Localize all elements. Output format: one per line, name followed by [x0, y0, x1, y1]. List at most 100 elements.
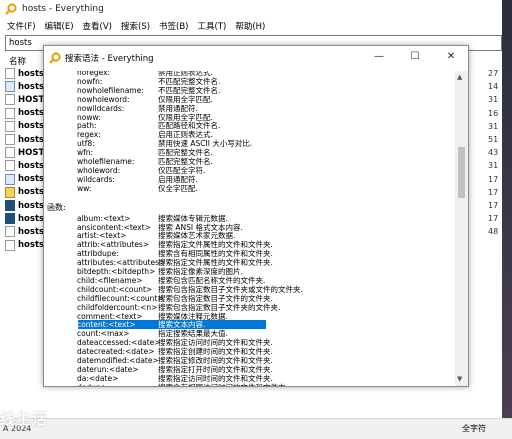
syntax-description: 搜索含有相同访问时间的文件和文件夹. [158, 383, 288, 386]
syntax-keyword[interactable]: ww: [77, 184, 91, 193]
file-icon [5, 107, 15, 119]
scrollbar-thumb[interactable] [458, 147, 465, 198]
column-name-header[interactable]: 名称 [9, 55, 26, 67]
result-size: 27 [488, 69, 499, 78]
result-filename: hosts [18, 81, 45, 92]
close-icon[interactable]: ✕ [442, 49, 460, 65]
result-row[interactable]: hosts [5, 186, 44, 199]
minimize-icon[interactable]: — [370, 49, 388, 65]
syntax-keyword[interactable]: artist:<text> [77, 231, 126, 240]
main-window-title: hosts - Everything [22, 4, 104, 14]
syntax-keyword[interactable]: nowildcards: [77, 104, 124, 113]
menu-edit[interactable]: 编辑(E) [45, 20, 74, 32]
menu-tools[interactable]: 工具(T) [198, 20, 227, 32]
result-filename: hosts [18, 187, 45, 198]
text-file-icon [5, 81, 15, 93]
syntax-description: 搜索指定创建时间的文件和文件夹. [158, 347, 273, 357]
scroll-up-arrow-icon[interactable]: ▲ [457, 73, 462, 81]
match-mode-indicator[interactable]: 全字符 [462, 423, 486, 434]
syntax-description: 不匹配完整文件名. [158, 85, 221, 95]
syntax-keyword[interactable]: wildcards: [77, 175, 115, 184]
syntax-description: 搜索包含指定数目子文件的文件夹. [158, 293, 273, 303]
syntax-keyword[interactable]: path: [77, 121, 97, 130]
result-size: 31 [488, 161, 499, 171]
result-row[interactable]: hosts [5, 107, 44, 120]
menu-search[interactable]: 搜索(S) [121, 20, 150, 32]
syntax-keyword[interactable]: regex: [77, 130, 101, 139]
result-row[interactable]: hosts [5, 120, 44, 133]
file-icon [5, 226, 15, 238]
syntax-keyword[interactable]: wholeword: [77, 166, 120, 175]
result-row[interactable]: hosts [5, 159, 44, 172]
dialog-titlebar: 搜索语法 - Everything — ☐ ✕ [44, 46, 468, 70]
syntax-description: 搜索包含指定数目子文件夹或文件的文件夹. [158, 284, 303, 294]
syntax-keyword[interactable]: daterun:<date> [77, 365, 139, 374]
syntax-keyword[interactable]: datecreated:<date> [77, 347, 155, 356]
syntax-keyword[interactable]: da:<date> [77, 374, 118, 383]
syntax-keyword[interactable]: nowholeword: [77, 95, 129, 104]
result-filename: hosts [18, 213, 45, 224]
dialog-vertical-scrollbar[interactable]: ▲ ▼ [455, 71, 468, 386]
result-row[interactable]: hosts [5, 199, 44, 212]
shortcut-file-icon [5, 186, 15, 198]
menu-file[interactable]: 文件(F) [7, 20, 36, 32]
syntax-description: 搜索包含匹配名称文件的文件夹. [158, 275, 266, 285]
syntax-description: 匹配完整文件名. [158, 148, 213, 158]
result-filename: hosts [18, 240, 45, 251]
syntax-description: 搜索指定打开时间的文件和文件夹. [158, 364, 273, 374]
syntax-keyword[interactable]: dateaccessed:<date> [77, 338, 161, 347]
result-row[interactable]: hosts [5, 212, 44, 225]
syntax-keyword[interactable]: wholefilename: [77, 157, 134, 166]
syntax-keyword[interactable]: datemodified:<date> [77, 356, 159, 365]
syntax-keyword[interactable]: nowholefilename: [77, 86, 144, 95]
syntax-description: 搜索含有相同属性的文件和文件夹. [158, 249, 273, 259]
result-row[interactable]: HOST [5, 146, 44, 159]
file-icon [5, 160, 15, 172]
syntax-description: 搜索媒体专辑元数据. [158, 213, 228, 223]
syntax-keyword[interactable]: ansicontent:<text> [77, 223, 151, 232]
text-file-icon [5, 173, 15, 185]
result-row[interactable]: hosts [5, 80, 44, 93]
result-row[interactable]: hosts [5, 173, 44, 186]
menu-view[interactable]: 查看(V) [83, 20, 112, 32]
result-size: 31 [488, 121, 499, 131]
syntax-keyword[interactable]: attributes:<attributes> [77, 258, 165, 267]
syntax-description: 搜索指定访问时间的文件和文件夹. [158, 338, 273, 348]
result-size: 31 [488, 95, 499, 105]
syntax-keyword[interactable]: utf8: [77, 139, 95, 148]
syntax-keyword[interactable]: comment:<text> [77, 312, 143, 321]
menu-bookmarks[interactable]: 书签(B) [159, 20, 188, 32]
syntax-keyword[interactable]: attribdupe: [77, 249, 119, 258]
maximize-icon[interactable]: ☐ [406, 49, 424, 65]
result-size: 17 [488, 214, 499, 224]
syntax-keyword[interactable]: wfn: [77, 148, 93, 157]
result-row[interactable]: hosts [5, 133, 44, 146]
syntax-keyword[interactable]: bitdepth:<bitdepth> [77, 267, 155, 276]
syntax-keyword[interactable]: childcount:<count> [77, 285, 152, 294]
syntax-description: 搜索指定修改时间的文件和文件夹. [158, 356, 273, 365]
result-filename: HOST [18, 94, 45, 105]
syntax-keyword[interactable]: album:<text> [77, 214, 130, 223]
menu-help[interactable]: 帮助(H) [235, 20, 265, 32]
main-titlebar: hosts - Everything [0, 0, 512, 18]
syntax-keyword[interactable]: childfoldercount:<n> [77, 303, 157, 312]
result-row[interactable]: hosts [5, 225, 44, 238]
result-row[interactable]: hosts [5, 67, 44, 80]
syntax-keyword[interactable]: count:<max> [77, 329, 130, 338]
syntax-keyword[interactable]: childfilecount:<count> [77, 294, 164, 303]
syntax-keyword[interactable]: dadupe: [77, 383, 108, 386]
result-filename: HOST [18, 147, 45, 158]
syntax-keyword[interactable]: nowfn: [77, 77, 102, 86]
result-filename: hosts [18, 108, 45, 119]
syntax-list[interactable]: noregex: 禁用正则表达式. nowfn: 不匹配完整文件名. nowholefi… [45, 71, 455, 386]
syntax-keyword[interactable]: child:<filename> [77, 276, 143, 285]
result-size: 43 [488, 148, 499, 158]
syntax-keyword[interactable]: content:<text> [77, 320, 136, 329]
syntax-keyword[interactable]: attrib:<attributes> [77, 240, 149, 249]
syntax-description: 启用通配符. [158, 174, 198, 184]
result-row[interactable]: hosts [5, 239, 44, 252]
result-row[interactable]: HOST [5, 93, 44, 106]
magnifier-app-icon [5, 3, 17, 15]
scroll-down-arrow-icon[interactable]: ▼ [457, 375, 462, 383]
syntax-keyword[interactable]: noww: [77, 113, 101, 122]
